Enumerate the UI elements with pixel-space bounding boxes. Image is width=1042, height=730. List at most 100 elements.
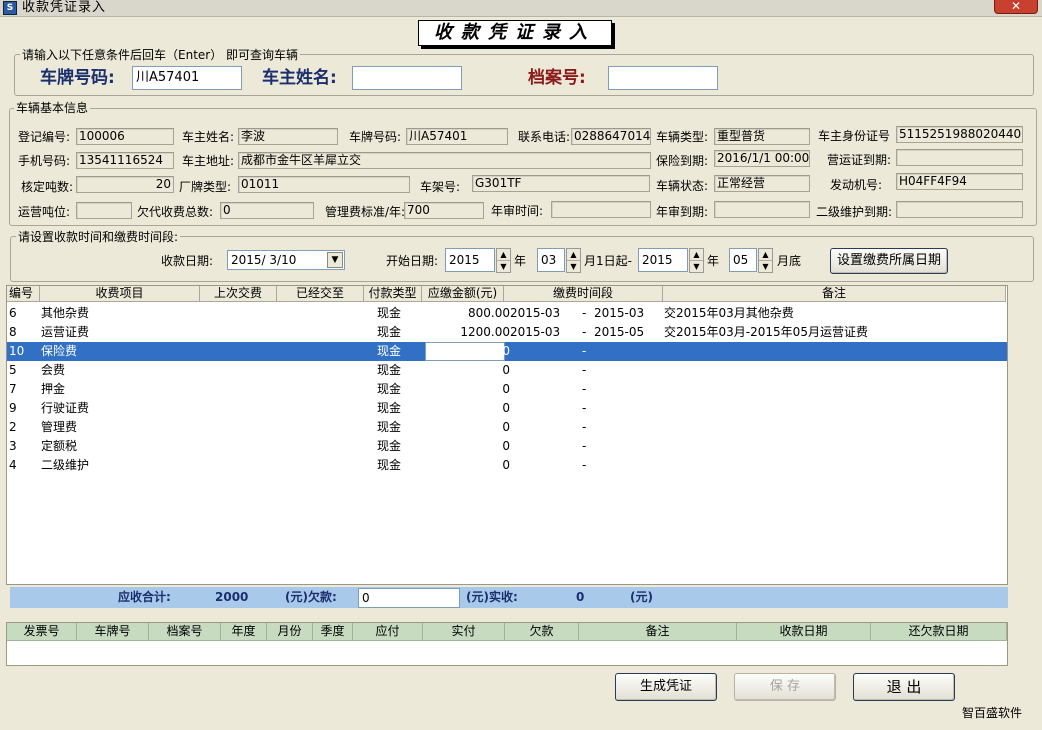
status-field: 正常经营	[714, 175, 810, 192]
file-query-label: 档案号:	[528, 68, 586, 88]
end-year-input[interactable]: 2015	[638, 248, 688, 272]
cell-no: 3	[9, 439, 17, 453]
permit-field	[896, 149, 1023, 166]
owner-name-field: 李波	[238, 128, 338, 145]
cell-pay-type: 现金	[377, 325, 402, 339]
plate-label: 车牌号码:	[349, 130, 402, 144]
end-month-spinner[interactable]: ▲ ▼	[758, 248, 773, 273]
cell-item: 其他杂费	[41, 306, 90, 320]
close-icon[interactable]: ✕	[994, 0, 1038, 14]
col2-header-owed[interactable]: 欠款	[505, 623, 579, 641]
cell-amount[interactable]: 800.00	[468, 304, 510, 322]
generate-voucher-button[interactable]: 生成凭证	[615, 673, 717, 701]
total-value: 2000	[215, 590, 249, 604]
page-banner: 收款凭证录入	[418, 20, 612, 46]
file-query-input[interactable]	[608, 66, 718, 90]
query-legend: 请输入以下任意条件后回车（Enter） 即可查询车辆	[20, 48, 301, 62]
col-header-period[interactable]: 缴费时间段	[504, 286, 663, 302]
table-row[interactable]: 3 定额税 现金 0 -	[7, 437, 1007, 456]
col-header-amount[interactable]: 应缴金额(元)	[422, 286, 504, 302]
plate-query-input[interactable]: 川A57401	[132, 66, 242, 90]
cell-item: 保险费	[41, 344, 78, 358]
cell-pay-type: 现金	[377, 420, 402, 434]
col-header-no[interactable]: 编号	[7, 286, 40, 302]
cell-to: 2015-05	[594, 325, 645, 339]
chevron-down-icon[interactable]: ▼	[327, 252, 343, 268]
plate-query-label: 车牌号码:	[40, 68, 115, 88]
paid-label: (元)实收:	[466, 590, 518, 604]
collect-date-value: 2015/ 3/10	[231, 253, 297, 267]
col-header-paid-to[interactable]: 已经交至	[277, 286, 364, 302]
col2-header-repay-date[interactable]: 还欠款日期	[871, 623, 1007, 641]
end-month-input[interactable]: 05	[729, 248, 757, 272]
cell-pay-type: 现金	[377, 306, 402, 320]
cell-amount[interactable]: 0	[502, 342, 510, 360]
phone-label: 联系电话:	[518, 130, 571, 144]
frame-field: G301TF	[472, 175, 650, 192]
cell-pay-type: 现金	[377, 344, 402, 358]
start-year-spinner[interactable]: ▲ ▼	[496, 248, 511, 273]
mobile-label: 手机号码:	[18, 154, 71, 168]
cell-no: 4	[9, 458, 17, 472]
col2-header-year[interactable]: 年度	[221, 623, 267, 641]
cell-pay-type: 现金	[377, 382, 402, 396]
cell-amount[interactable]: 1200.00	[460, 323, 510, 341]
table-row[interactable]: 10 保险费 现金 0 -	[7, 342, 1007, 361]
table-row[interactable]: 5 会费 现金 0 -	[7, 361, 1007, 380]
table-row[interactable]: 6 其他杂费 现金 800.00 2015-03-2015-03 交2015年03月其他杂…	[7, 304, 1007, 323]
col2-header-collect-date[interactable]: 收款日期	[737, 623, 871, 641]
col2-header-invoice[interactable]: 发票号	[7, 623, 77, 641]
col2-header-quarter[interactable]: 季度	[313, 623, 353, 641]
vehicle-type-field: 重型普货	[714, 128, 810, 145]
end-year-spinner[interactable]: ▲ ▼	[689, 248, 704, 273]
set-period-button[interactable]: 设置缴费所属日期	[830, 248, 948, 274]
col2-header-payable[interactable]: 应付	[353, 623, 423, 641]
cell-amount[interactable]: 0	[502, 361, 510, 379]
cell-amount[interactable]: 0	[502, 456, 510, 474]
cell-amount[interactable]: 0	[502, 437, 510, 455]
cell-no: 2	[9, 420, 17, 434]
col-header-item[interactable]: 收费项目	[40, 286, 200, 302]
owner-query-input[interactable]	[352, 66, 462, 90]
amount-edit-box[interactable]	[425, 342, 505, 361]
start-month-input[interactable]: 03	[537, 248, 565, 272]
fee-std-field: 700	[404, 202, 484, 219]
cell-no: 10	[9, 344, 25, 358]
col2-header-month[interactable]: 月份	[267, 623, 313, 641]
frame-label: 车架号:	[420, 180, 461, 194]
address-label: 车主地址:	[182, 154, 235, 168]
owe-input[interactable]: 0	[358, 588, 460, 608]
col-header-pay-type[interactable]: 付款类型	[364, 286, 422, 302]
owed-label: 欠代收费总数:	[137, 205, 214, 219]
col2-header-plate[interactable]: 车牌号	[77, 623, 149, 641]
vehicle-info-legend: 车辆基本信息	[14, 101, 91, 115]
exit-button[interactable]: 退 出	[853, 673, 955, 701]
start-month-spinner[interactable]: ▲ ▼	[566, 248, 581, 273]
cell-from: 2015-03	[510, 325, 561, 339]
col-header-note[interactable]: 备注	[663, 286, 1006, 302]
cell-from: 2015-03	[510, 306, 561, 320]
brand-label: 厂牌类型:	[179, 180, 232, 194]
cell-dash: -	[582, 401, 587, 415]
col-header-last-paid[interactable]: 上次交费	[200, 286, 277, 302]
col2-header-note[interactable]: 备注	[579, 623, 737, 641]
cell-amount[interactable]: 0	[502, 399, 510, 417]
unit-label: (元)	[630, 590, 653, 604]
cell-amount[interactable]: 0	[502, 418, 510, 436]
cell-amount[interactable]: 0	[502, 380, 510, 398]
start-year-input[interactable]: 2015	[445, 248, 495, 272]
save-button[interactable]: 保 存	[734, 673, 836, 701]
table-row[interactable]: 2 管理费 现金 0 -	[7, 418, 1007, 437]
engine-field: H04FF4F94	[896, 173, 1023, 190]
table-row[interactable]: 7 押金 现金 0 -	[7, 380, 1007, 399]
table-row[interactable]: 4 二级维护 现金 0 -	[7, 456, 1007, 475]
table-row[interactable]: 8 运营证费 现金 1200.00 2015-03 -2015-05 交2015年03月-2…	[7, 323, 1007, 342]
col2-header-file[interactable]: 档案号	[149, 623, 221, 641]
maintenance-label: 二级维护到期:	[816, 205, 893, 219]
col2-header-paid[interactable]: 实付	[423, 623, 505, 641]
cell-item: 会费	[41, 363, 66, 377]
month-end-label: 月底	[777, 254, 802, 268]
cell-dash: -	[582, 420, 587, 434]
table-row[interactable]: 9 行驶证费 现金 0 -	[7, 399, 1007, 418]
cell-dash: -	[582, 325, 587, 339]
